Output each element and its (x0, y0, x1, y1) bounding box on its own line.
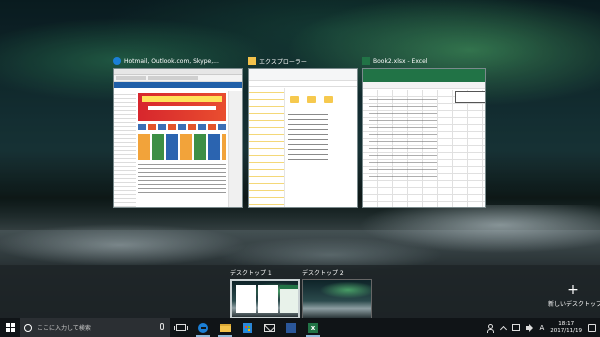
clock-time: 18:17 (558, 320, 575, 327)
desktop-thumbnail[interactable] (302, 279, 372, 319)
mini-window-excel (280, 285, 298, 313)
taskbar-edge[interactable] (192, 318, 214, 337)
product-blocks (138, 134, 226, 160)
promo-banner (138, 93, 226, 121)
desktop-label: デスクトップ 1 (230, 270, 272, 277)
search-box[interactable]: ここに入力して検索 (20, 318, 170, 337)
page-left-column (114, 91, 136, 207)
excel-formula-bar (363, 82, 485, 89)
window-thumbnail[interactable] (113, 68, 243, 208)
page-right-column (228, 91, 242, 207)
desktop-thumbnail[interactable] (230, 279, 300, 319)
edge-icon (198, 322, 208, 333)
edge-icon (113, 57, 121, 65)
people-icon[interactable] (486, 323, 495, 333)
folder-icon (290, 96, 299, 103)
new-desktop-button[interactable]: + 新しいデスクトップ (548, 282, 600, 308)
page-center-column (136, 91, 228, 207)
explorer-content (285, 88, 357, 207)
site-nav-bar (114, 82, 242, 88)
clock-date: 2017/11/19 (550, 327, 582, 334)
notification-icon[interactable] (588, 323, 596, 332)
selected-cell-box (455, 91, 485, 103)
taskbar-word[interactable] (280, 318, 302, 337)
ime-indicator[interactable]: A (540, 324, 545, 332)
excel-icon: x (308, 322, 318, 333)
taskbar: ここに入力して検索 x A 18:17 2017/11/19 (0, 318, 600, 337)
explorer-body (249, 88, 357, 207)
window-header: Hotmail, Outlook.com, Skype,... (113, 55, 243, 67)
file-list (288, 114, 328, 164)
store-icon (242, 322, 252, 333)
system-tray: A 18:17 2017/11/19 (486, 318, 600, 337)
taskbar-excel[interactable]: x (302, 318, 324, 337)
page-content (114, 91, 242, 207)
excel-ribbon (363, 69, 485, 82)
folder-icon (219, 323, 231, 332)
taskbar-mail[interactable] (258, 318, 280, 337)
windows-logo-icon (5, 323, 15, 332)
taskview-window-explorer[interactable]: エクスプローラー (248, 55, 358, 208)
network-icon[interactable] (511, 324, 520, 331)
text-lines (138, 164, 226, 194)
window-thumbnail[interactable] (248, 68, 358, 208)
window-header: エクスプローラー (248, 55, 358, 67)
volume-icon[interactable] (525, 323, 534, 332)
chevron-up-icon[interactable] (499, 325, 507, 333)
word-icon (286, 322, 296, 333)
window-thumbnail[interactable] (362, 68, 486, 208)
new-desktop-label: 新しいデスクトップ (548, 301, 600, 308)
search-placeholder: ここに入力して検索 (37, 325, 91, 332)
excel-icon (362, 57, 370, 65)
mini-window-edge (236, 285, 256, 313)
mail-icon (263, 323, 275, 332)
desktop-1[interactable]: デスクトップ 1 (230, 268, 300, 319)
explorer-ribbon (249, 69, 357, 81)
task-view-icon (174, 324, 188, 331)
browser-address-bar (114, 75, 242, 82)
explorer-nav-pane (249, 88, 285, 207)
explorer-address-bar (249, 81, 357, 87)
desktop-label: デスクトップ 2 (302, 270, 344, 277)
folder-icon (307, 96, 316, 103)
clock[interactable]: 18:17 2017/11/19 (550, 321, 582, 335)
window-title: Book2.xlsx - Excel (373, 57, 428, 65)
plus-icon: + (567, 282, 579, 298)
folder-icon (324, 96, 333, 103)
desktops-bar (0, 265, 600, 318)
link-row (138, 124, 226, 130)
taskview-window-edge[interactable]: Hotmail, Outlook.com, Skype,... (113, 55, 243, 208)
folder-icon (248, 57, 256, 65)
desktop-2[interactable]: デスクトップ 2 (302, 268, 372, 319)
task-view-button[interactable] (170, 318, 192, 337)
start-button[interactable] (0, 318, 20, 337)
cortana-icon (24, 323, 32, 332)
mini-window-explorer (258, 285, 278, 313)
taskview-window-excel[interactable]: Book2.xlsx - Excel (362, 55, 486, 208)
taskbar-store[interactable] (236, 318, 258, 337)
microphone-icon[interactable] (160, 323, 164, 330)
window-header: Book2.xlsx - Excel (362, 55, 486, 67)
taskbar-file-explorer[interactable] (214, 318, 236, 337)
window-title: Hotmail, Outlook.com, Skype,... (124, 57, 219, 65)
window-title: エクスプローラー (259, 58, 307, 66)
spreadsheet-data (369, 99, 437, 179)
